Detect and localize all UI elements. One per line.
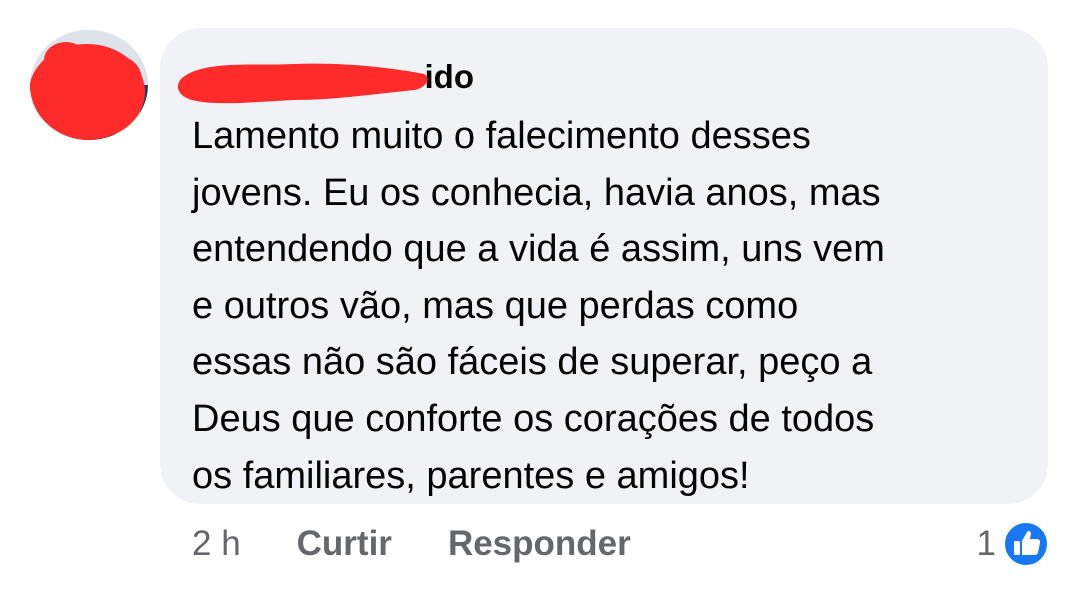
reactions-summary[interactable]: 1 bbox=[977, 517, 1050, 571]
like-button[interactable]: Curtir bbox=[297, 518, 392, 570]
comment-timestamp[interactable]: 2 h bbox=[192, 518, 241, 570]
comment-text: Lamento muito o falecimento desses joven… bbox=[192, 108, 1012, 504]
author-name-redaction bbox=[177, 63, 428, 104]
like-thumbs-up-icon bbox=[1003, 521, 1049, 567]
comment-line: jovens. Eu os conhecia, havia anos, mas bbox=[192, 171, 881, 214]
author-name-link[interactable]: ido bbox=[174, 48, 494, 106]
comment-line: e outros vão, mas que perdas como bbox=[192, 284, 799, 327]
reaction-count: 1 bbox=[976, 524, 996, 563]
comment-line: os familiares, parentes e amigos! bbox=[192, 454, 750, 497]
avatar-image bbox=[30, 30, 148, 140]
comment-line: Deus que conforte os corações de todos bbox=[192, 397, 875, 440]
comment-actions: 2 h Curtir Responder bbox=[192, 518, 687, 570]
avatar[interactable] bbox=[30, 30, 148, 140]
comment-line: Lamento muito o falecimento desses bbox=[192, 115, 811, 157]
comment-bubble: ido Lamento muito o falecimento desses j… bbox=[160, 28, 1048, 504]
comment-screen: ido Lamento muito o falecimento desses j… bbox=[0, 0, 1080, 595]
comment-line: essas não são fáceis de superar, peço a bbox=[192, 341, 873, 384]
reply-button[interactable]: Responder bbox=[448, 518, 631, 570]
comment-line: entendendo que a vida é assim, uns vem bbox=[192, 228, 885, 271]
